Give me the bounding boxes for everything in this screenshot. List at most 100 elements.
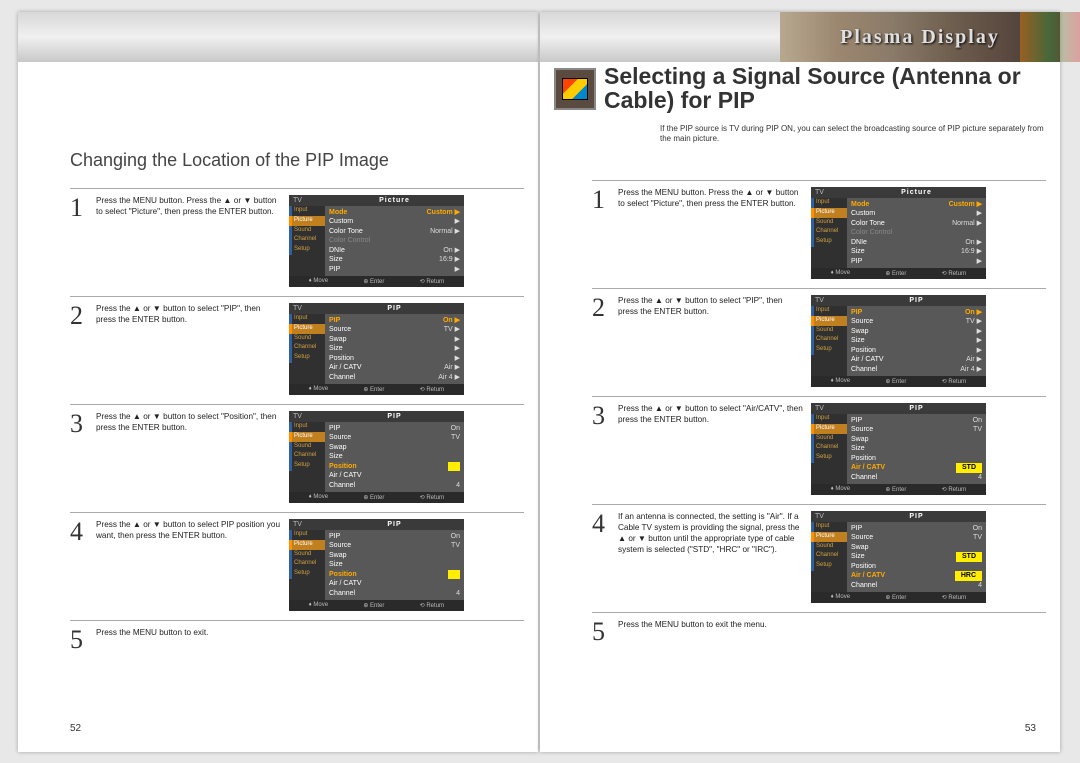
osd-sidebar: InputPictureSoundChannelSetup — [811, 522, 847, 592]
step-row: 2 Press the ▲ or ▼ button to select "PIP… — [592, 288, 1046, 396]
osd-foot-return: ⟲ Return — [420, 278, 445, 285]
osd-row: Size — [329, 560, 460, 569]
osd-row: ChannelAir 4 ▶ — [329, 373, 460, 382]
osd-foot-return: ⟲ Return — [942, 378, 967, 385]
osd-title: PIP — [847, 403, 986, 414]
header-stripe — [18, 12, 538, 62]
osd-footer: ♦ Move ⊕ Enter ⟲ Return — [811, 376, 986, 387]
osd-row: Size▶ — [851, 336, 982, 345]
osd-main: PIPOnSourceTVSwapSizePositionAir / CATVS… — [847, 414, 986, 484]
osd-foot-move: ♦ Move — [309, 602, 328, 609]
step-number: 2 — [70, 303, 88, 329]
step-row: 5 Press the MENU button to exit the menu… — [592, 612, 1046, 652]
osd-row: PIPOn ▶ — [329, 316, 460, 325]
osd-main: ModeCustom ▶Custom▶Color ToneNormal ▶Col… — [847, 198, 986, 268]
osd-row: DNIeOn ▶ — [851, 238, 982, 247]
right-section-title: Selecting a Signal Source (Antenna or Ca… — [604, 64, 1048, 112]
step-number: 4 — [70, 519, 88, 545]
osd-panel: TVPicture InputPictureSoundChannelSetup … — [289, 195, 464, 287]
osd-row: Air / CATVHRC — [851, 571, 982, 580]
osd-row: Swap — [851, 543, 982, 552]
step-number: 2 — [592, 295, 610, 321]
osd-foot-return: ⟲ Return — [942, 486, 967, 493]
osd-row: Channel4 — [329, 481, 460, 490]
osd-sidebar-item: Sound — [289, 550, 325, 560]
osd-row: Air / CATVAir ▶ — [851, 355, 982, 364]
osd-sidebar-item: Channel — [811, 443, 847, 453]
step-number: 1 — [592, 187, 610, 213]
osd-row: PIPOn — [329, 532, 460, 541]
osd-foot-enter: ⊕ Enter — [885, 486, 906, 493]
osd-row: ChannelAir 4 ▶ — [851, 365, 982, 374]
osd-row: PIPOn — [851, 524, 982, 533]
osd-row: PIPOn ▶ — [851, 308, 982, 317]
osd-title: PIP — [847, 295, 986, 306]
osd-main: ModeCustom ▶Custom▶Color ToneNormal ▶Col… — [325, 206, 464, 276]
osd-row: Position — [851, 562, 982, 571]
osd-sidebar-item: Channel — [289, 343, 325, 353]
osd-panel: TVPIP InputPictureSoundChannelSetup PIPO… — [811, 511, 986, 603]
osd-sidebar-item: Sound — [811, 218, 847, 228]
osd-sidebar-item: Channel — [811, 227, 847, 237]
osd-sidebar-item: Setup — [289, 569, 325, 579]
left-section-title: Changing the Location of the PIP Image — [70, 150, 389, 171]
osd-title: PIP — [325, 411, 464, 422]
osd-sidebar-item: Channel — [811, 551, 847, 561]
osd-row: SourceTV — [329, 433, 460, 442]
osd-row: Size▶ — [329, 344, 460, 353]
osd-sidebar: InputPictureSoundChannelSetup — [811, 306, 847, 376]
osd-row: Air / CATVAir ▶ — [329, 363, 460, 372]
osd-row: Air / CATV — [329, 471, 460, 480]
left-steps: 1 Press the MENU button. Press the ▲ or … — [70, 188, 524, 660]
osd-row: Position▶ — [851, 346, 982, 355]
step-text: If an antenna is connected, the setting … — [618, 511, 803, 555]
osd-sidebar-item: Channel — [289, 559, 325, 569]
step-row: 2 Press the ▲ or ▼ button to select "PIP… — [70, 296, 524, 404]
osd-sidebar: InputPictureSoundChannelSetup — [811, 198, 847, 268]
step-number: 4 — [592, 511, 610, 537]
osd-tv-label: TV — [811, 511, 847, 522]
osd-row: SourceTV — [329, 541, 460, 550]
osd-foot-return: ⟲ Return — [420, 386, 445, 393]
osd-sidebar: InputPictureSoundChannelSetup — [289, 206, 325, 276]
osd-foot-move: ♦ Move — [831, 594, 850, 601]
osd-row: Swap▶ — [851, 327, 982, 336]
osd-sidebar-item: Picture — [289, 540, 325, 550]
osd-title: Picture — [325, 195, 464, 206]
osd-row: Position — [329, 570, 460, 579]
step-number: 3 — [592, 403, 610, 429]
step-text: Press the MENU button to exit. — [96, 627, 281, 638]
osd-sidebar-item: Input — [811, 414, 847, 424]
osd-main: PIPOn ▶SourceTV ▶Swap▶Size▶Position▶Air … — [325, 314, 464, 384]
osd-row: ModeCustom ▶ — [851, 200, 982, 209]
step-number: 1 — [70, 195, 88, 221]
osd-foot-move: ♦ Move — [309, 494, 328, 501]
osd-sidebar-item: Sound — [289, 226, 325, 236]
osd-sidebar-item: Setup — [811, 345, 847, 355]
step-number: 5 — [70, 627, 88, 653]
osd-sidebar: InputPictureSoundChannelSetup — [289, 422, 325, 492]
osd-foot-enter: ⊕ Enter — [363, 278, 384, 285]
osd-row: PIP▶ — [851, 257, 982, 266]
osd-title: Picture — [847, 187, 986, 198]
brand-banner: Plasma Display — [780, 12, 1060, 62]
osd-sidebar-item: Input — [811, 306, 847, 316]
osd-foot-enter: ⊕ Enter — [363, 602, 384, 609]
osd-footer: ♦ Move ⊕ Enter ⟲ Return — [289, 600, 464, 611]
osd-sidebar-item: Input — [811, 522, 847, 532]
osd-sidebar-item: Setup — [811, 453, 847, 463]
osd-row: SourceTV ▶ — [851, 317, 982, 326]
osd-sidebar: InputPictureSoundChannelSetup — [811, 414, 847, 484]
osd-sidebar-item: Picture — [811, 532, 847, 542]
step-number: 5 — [592, 619, 610, 645]
step-row: 3 Press the ▲ or ▼ button to select "Pos… — [70, 404, 524, 512]
osd-foot-enter: ⊕ Enter — [885, 378, 906, 385]
step-text: Press the MENU button. Press the ▲ or ▼ … — [618, 187, 803, 209]
osd-row: Size — [329, 452, 460, 461]
osd-foot-move: ♦ Move — [831, 378, 850, 385]
osd-row: Swap — [851, 435, 982, 444]
osd-row: Swap — [329, 551, 460, 560]
osd-foot-enter: ⊕ Enter — [363, 494, 384, 501]
step-text: Press the ▲ or ▼ button to select "Air/C… — [618, 403, 803, 425]
osd-foot-return: ⟲ Return — [942, 594, 967, 601]
